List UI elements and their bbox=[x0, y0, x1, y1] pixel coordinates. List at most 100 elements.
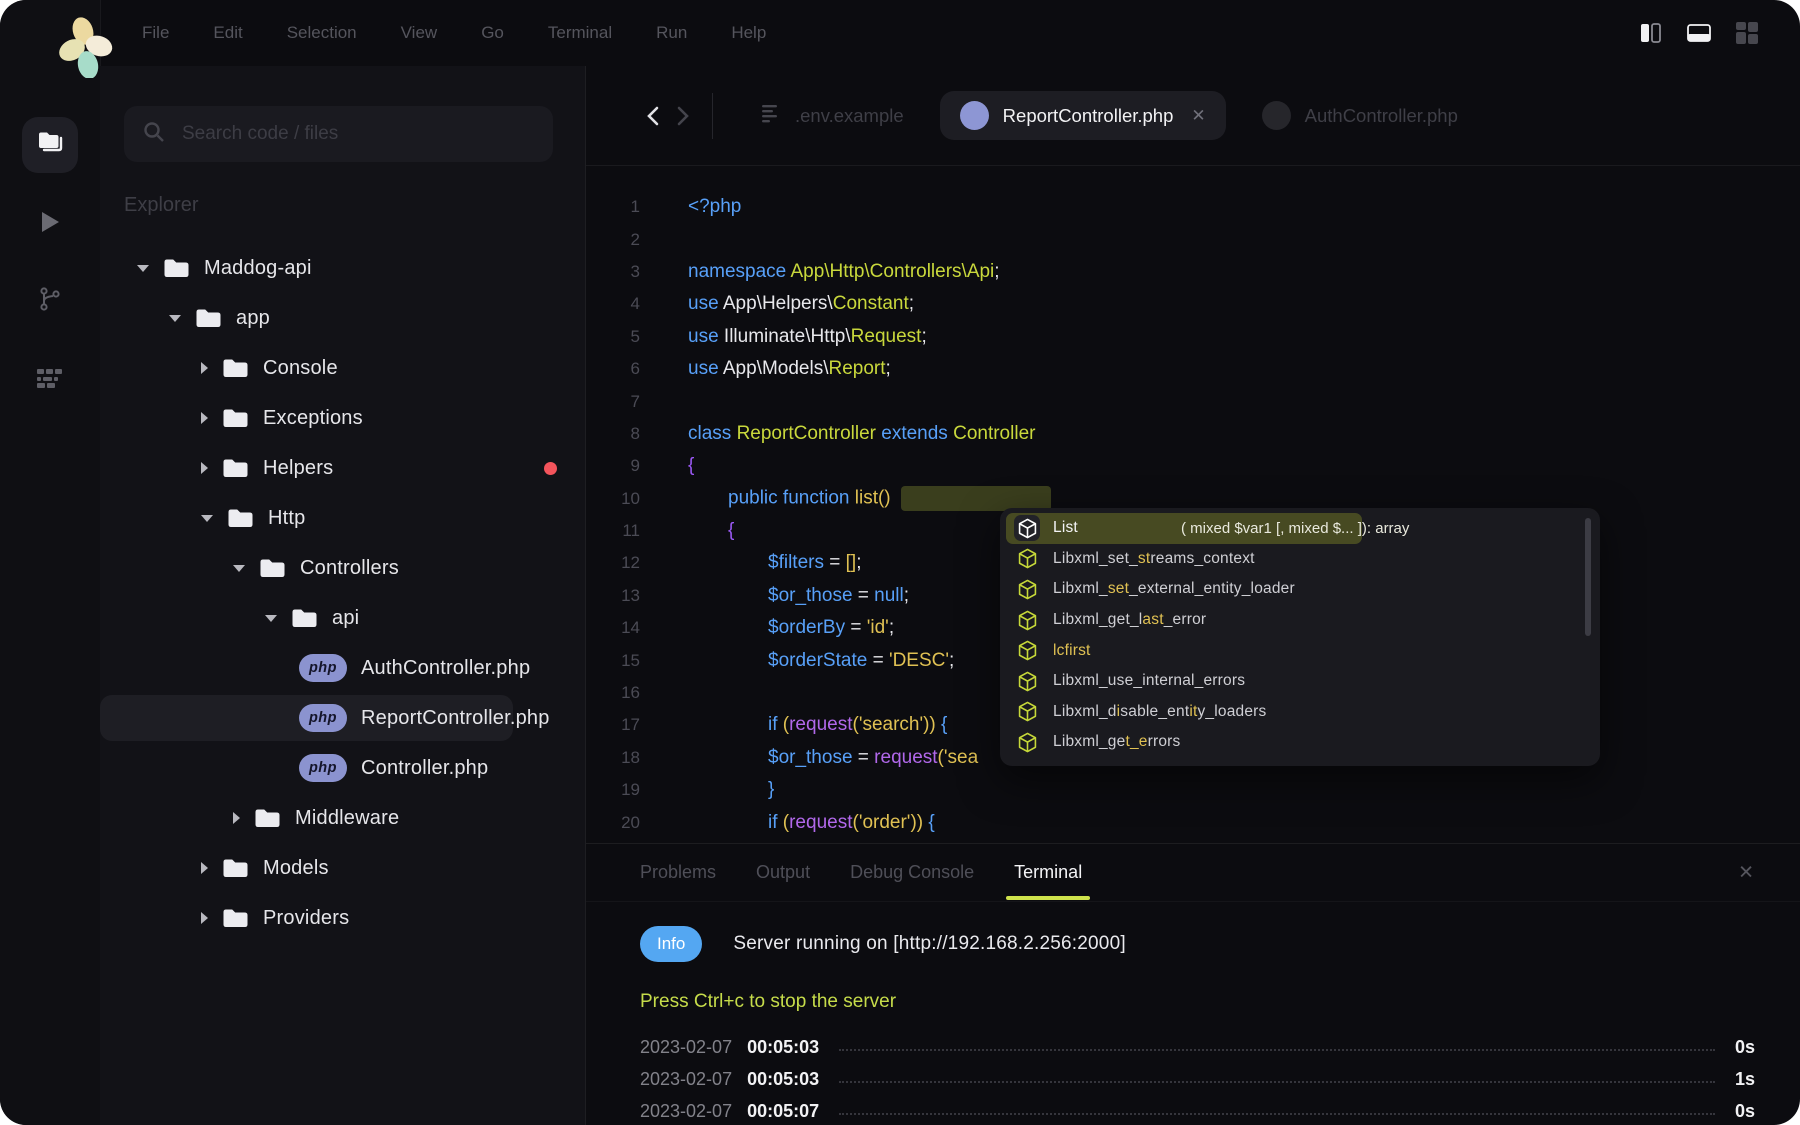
caret-down-icon[interactable] bbox=[169, 315, 181, 322]
tab-env[interactable]: .env.example bbox=[739, 93, 924, 138]
activity-grid-button[interactable] bbox=[22, 352, 78, 408]
search-input[interactable] bbox=[180, 122, 535, 146]
caret-down-icon[interactable] bbox=[201, 515, 213, 522]
code-text: use Illuminate\Http\Request; bbox=[666, 326, 927, 348]
menu-item-edit[interactable]: Edit bbox=[213, 23, 242, 43]
log-leader-line bbox=[839, 1048, 1715, 1051]
line-number: 19 bbox=[586, 780, 666, 800]
tree-row-models[interactable]: Models bbox=[100, 843, 585, 893]
caret-down-icon[interactable] bbox=[265, 615, 277, 622]
activity-files-button[interactable] bbox=[22, 117, 78, 173]
caret-right-icon[interactable] bbox=[201, 912, 208, 924]
tree-item-label: Console bbox=[263, 357, 338, 380]
caret-right-icon[interactable] bbox=[201, 362, 208, 374]
php-file-icon: php bbox=[299, 654, 347, 682]
modified-dot bbox=[544, 462, 557, 475]
panel-tab-bar: Problems Output Debug Console Terminal ✕ bbox=[586, 844, 1800, 902]
menu-bar: File Edit Selection View Go Terminal Run Help bbox=[100, 0, 1800, 66]
suggestion-item[interactable]: lcfirst bbox=[1006, 635, 1594, 666]
code-line[interactable]: 5use Illuminate\Http\Request; bbox=[586, 321, 1800, 353]
suggestion-item[interactable]: Libxml_use_internal_errors bbox=[1006, 666, 1594, 697]
code-text: } bbox=[746, 779, 774, 801]
log-duration: 0s bbox=[1735, 1101, 1755, 1122]
forward-arrow[interactable] bbox=[668, 101, 698, 131]
code-line[interactable]: 19} bbox=[586, 774, 1800, 806]
tree-row-helpers[interactable]: Helpers bbox=[100, 443, 585, 493]
caret-right-icon[interactable] bbox=[201, 412, 208, 424]
folder-icon bbox=[222, 357, 249, 379]
code-line[interactable]: 6use App\Models\Report; bbox=[586, 353, 1800, 385]
code-line[interactable]: 3namespace App\Http\Controllers\Api; bbox=[586, 256, 1800, 288]
tree-row-controllers[interactable]: Controllers bbox=[100, 543, 585, 593]
line-number: 13 bbox=[586, 586, 666, 606]
folder-icon bbox=[254, 807, 281, 829]
menu-item-selection[interactable]: Selection bbox=[287, 23, 357, 43]
suggestion-item[interactable]: Libxml_set_external_entity_loader bbox=[1006, 574, 1594, 605]
menu-item-go[interactable]: Go bbox=[481, 23, 504, 43]
menu-item-file[interactable]: File bbox=[142, 23, 169, 43]
code-line[interactable]: 20if (request('order')) { bbox=[586, 806, 1800, 838]
log-date: 2023-02-07 bbox=[640, 1069, 732, 1090]
tab-separator bbox=[712, 93, 713, 139]
panel-tab-terminal[interactable]: Terminal bbox=[1014, 862, 1082, 883]
tab-auth[interactable]: AuthController.php bbox=[1242, 91, 1478, 140]
tree-row-reportcontroller-php[interactable]: phpReportController.php bbox=[100, 693, 585, 743]
code-line[interactable]: 8class ReportController extends Controll… bbox=[586, 418, 1800, 450]
caret-right-icon[interactable] bbox=[201, 462, 208, 474]
tree-item-label: ReportController.php bbox=[361, 707, 550, 730]
folder-icon bbox=[222, 457, 249, 479]
menu-item-view[interactable]: View bbox=[401, 23, 438, 43]
popup-scrollbar[interactable] bbox=[1585, 518, 1591, 636]
tree-row-app[interactable]: app bbox=[100, 293, 585, 343]
code-line[interactable]: 4use App\Helpers\Constant; bbox=[586, 288, 1800, 320]
cube-icon bbox=[1014, 576, 1040, 602]
search-box[interactable] bbox=[124, 106, 553, 162]
suggestion-item[interactable]: Libxml_get_last_error bbox=[1006, 605, 1594, 636]
tree-row-authcontroller-php[interactable]: phpAuthController.php bbox=[100, 643, 585, 693]
tree-row-exceptions[interactable]: Exceptions bbox=[100, 393, 585, 443]
code-line[interactable]: 1<?php bbox=[586, 191, 1800, 223]
activity-run-button[interactable] bbox=[22, 196, 78, 252]
line-number: 5 bbox=[586, 327, 666, 347]
caret-down-icon[interactable] bbox=[233, 565, 245, 572]
panel-tab-problems[interactable]: Problems bbox=[640, 862, 716, 883]
tree-row-console[interactable]: Console bbox=[100, 343, 585, 393]
tree-item-label: Controller.php bbox=[361, 757, 488, 780]
suggestion-item[interactable]: Libxml_get_errors bbox=[1006, 727, 1594, 758]
panel-tab-output[interactable]: Output bbox=[756, 862, 810, 883]
line-number: 9 bbox=[586, 456, 666, 476]
apps-grid-icon[interactable] bbox=[1734, 20, 1760, 46]
suggestion-item[interactable]: Libxml_disable_entity_loaders bbox=[1006, 697, 1594, 728]
menu-item-run[interactable]: Run bbox=[656, 23, 687, 43]
caret-down-icon[interactable] bbox=[137, 265, 149, 272]
caret-right-icon[interactable] bbox=[201, 862, 208, 874]
tree-row-providers[interactable]: Providers bbox=[100, 893, 585, 943]
line-number: 10 bbox=[586, 489, 666, 509]
suggestion-item[interactable]: Libxml_set_streams_context bbox=[1006, 544, 1594, 575]
tree-row-api[interactable]: api bbox=[100, 593, 585, 643]
tree-row-maddog-api[interactable]: Maddog-api bbox=[100, 243, 585, 293]
menu-item-help[interactable]: Help bbox=[731, 23, 766, 43]
panel-tab-debug-console[interactable]: Debug Console bbox=[850, 862, 974, 883]
activity-git-button[interactable] bbox=[22, 273, 78, 329]
tree-row-http[interactable]: Http bbox=[100, 493, 585, 543]
tab-close-icon[interactable]: ✕ bbox=[1191, 106, 1205, 126]
panel-bottom-icon[interactable] bbox=[1686, 20, 1712, 46]
code-text: $or_those = null; bbox=[746, 585, 909, 607]
caret-right-icon[interactable] bbox=[233, 812, 240, 824]
code-line[interactable]: 2 bbox=[586, 223, 1800, 255]
tab-report[interactable]: ReportController.php✕ bbox=[940, 91, 1226, 140]
panel-close-icon[interactable]: ✕ bbox=[1738, 861, 1754, 884]
code-text: if (request('order')) { bbox=[746, 812, 935, 834]
back-arrow[interactable] bbox=[638, 101, 668, 131]
tree-row-middleware[interactable]: Middleware bbox=[100, 793, 585, 843]
code-line[interactable]: 7 bbox=[586, 385, 1800, 417]
code-line[interactable]: 9{ bbox=[586, 450, 1800, 482]
dark-dot-icon bbox=[1262, 101, 1291, 130]
tree-row-controller-php[interactable]: phpController.php bbox=[100, 743, 585, 793]
suggestion-item[interactable]: List( mixed $var1 [, mixed $... ]): arra… bbox=[1006, 513, 1362, 544]
split-view-icon[interactable] bbox=[1638, 20, 1664, 46]
menu-item-terminal[interactable]: Terminal bbox=[548, 23, 612, 43]
tab-label: .env.example bbox=[795, 105, 904, 127]
log-time: 00:05:07 bbox=[747, 1101, 819, 1122]
